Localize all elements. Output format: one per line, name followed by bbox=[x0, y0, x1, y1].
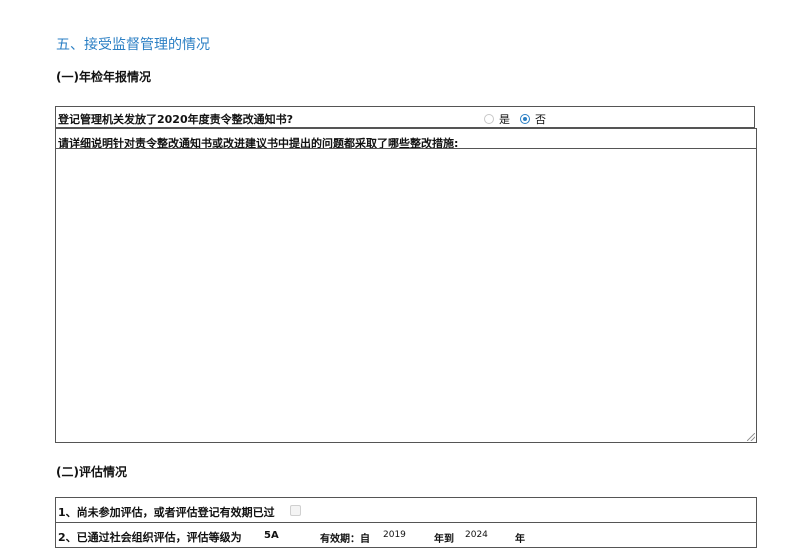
to-label: 年到 bbox=[434, 534, 454, 545]
evaluation-row-not-evaluated: 1、尚未参加评估，或者评估登记有效期已过 bbox=[55, 497, 757, 523]
prompt-divider bbox=[56, 148, 756, 149]
year-from-value[interactable]: 2019 bbox=[383, 530, 406, 540]
annual-inspection-title: (一)年检年报情况 bbox=[56, 70, 151, 84]
evaluation-title: (二)评估情况 bbox=[56, 465, 127, 479]
radio-no-label: 否 bbox=[535, 113, 546, 126]
not-evaluated-checkbox[interactable] bbox=[290, 505, 301, 516]
validity-label: 有效期：自 bbox=[320, 534, 370, 545]
rectification-measures-textarea[interactable]: 请详细说明针对责令整改通知书或改进建议书中提出的问题都采取了哪些整改措施: bbox=[55, 128, 757, 443]
radio-yes[interactable] bbox=[484, 114, 494, 124]
grade-label: 2、已通过社会组织评估，评估等级为 bbox=[58, 531, 242, 544]
grade-value[interactable]: 5A bbox=[264, 530, 279, 541]
evaluation-row-grade: 2、已通过社会组织评估，评估等级为 5A 有效期：自 2019 年到 2024 … bbox=[55, 522, 757, 548]
resize-handle-icon[interactable] bbox=[747, 433, 755, 441]
rectification-question-row: 登记管理机关发放了2020年度责令整改通知书? 是 否 bbox=[55, 106, 755, 128]
rectification-question: 登记管理机关发放了2020年度责令整改通知书? bbox=[58, 113, 293, 126]
radio-no[interactable] bbox=[520, 114, 530, 124]
not-evaluated-label: 1、尚未参加评估，或者评估登记有效期已过 bbox=[58, 506, 275, 519]
year-to-value[interactable]: 2024 bbox=[465, 530, 488, 540]
year-suffix: 年 bbox=[515, 534, 525, 545]
radio-yes-label: 是 bbox=[499, 113, 510, 126]
rectification-radio-group: 是 否 bbox=[484, 111, 556, 127]
section-title: 五、接受监督管理的情况 bbox=[56, 37, 210, 53]
